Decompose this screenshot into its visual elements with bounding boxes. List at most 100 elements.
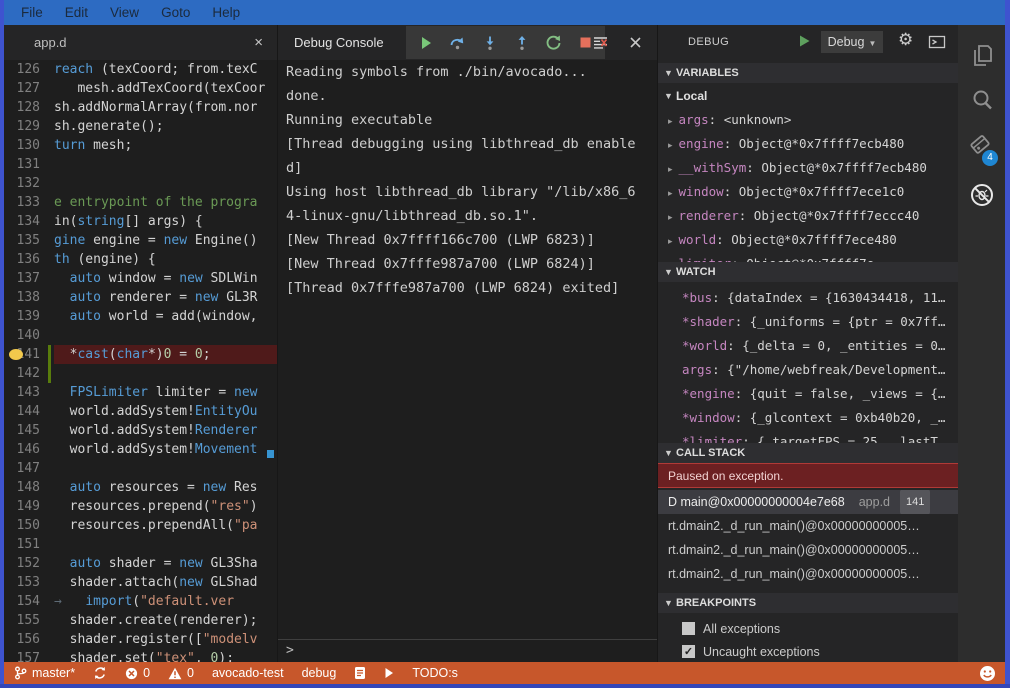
variable-row[interactable]: ▸engine: Object@*0x7ffff7ecb480 — [658, 132, 958, 156]
line-number[interactable]: 152 — [4, 554, 40, 573]
document-icon[interactable] — [354, 666, 366, 680]
code-line[interactable]: 132 — [4, 174, 277, 193]
line-number[interactable]: 138 — [4, 288, 40, 307]
code-line[interactable]: 135gine engine = new Engine() — [4, 231, 277, 250]
code-line[interactable]: 143 FPSLimiter limiter = new — [4, 383, 277, 402]
line-number[interactable]: 154 — [4, 592, 40, 611]
line-number[interactable]: 147 — [4, 459, 40, 478]
gear-icon[interactable]: ⚙ — [898, 30, 913, 50]
line-number[interactable]: 149 — [4, 497, 40, 516]
code-line[interactable]: 156 shader.register(["modelv — [4, 630, 277, 649]
tab-app-d[interactable]: app.d — [34, 25, 67, 60]
variable-row[interactable]: ▸window: Object@*0x7ffff7ece1c0 — [658, 180, 958, 204]
menu-item-edit[interactable]: Edit — [54, 0, 99, 25]
code-line[interactable]: 154→ import("default.ver — [4, 592, 277, 611]
code-line[interactable]: 157 shader.set("tex", 0); — [4, 649, 277, 662]
line-number[interactable]: 155 — [4, 611, 40, 630]
clear-console-icon[interactable] — [589, 31, 612, 54]
code-line[interactable]: 144 world.addSystem!EntityOu — [4, 402, 277, 421]
line-number[interactable]: 150 — [4, 516, 40, 535]
line-number[interactable]: 131 — [4, 155, 40, 174]
line-number[interactable]: 126 — [4, 60, 40, 79]
stack-frame-row[interactable]: rt.dmain2._d_run_main()@0x00000000005… — [658, 514, 958, 538]
code-editor[interactable]: 126reach (texCoord; from.texC127 mesh.ad… — [4, 60, 277, 662]
code-line[interactable]: 146 world.addSystem!Movement — [4, 440, 277, 459]
error-icon[interactable]: 0 — [125, 666, 150, 680]
explorer-icon[interactable] — [968, 41, 996, 69]
line-number[interactable]: 157 — [4, 649, 40, 662]
line-number[interactable]: 133 — [4, 193, 40, 212]
menu-item-goto[interactable]: Goto — [150, 0, 201, 25]
line-number[interactable]: 142 — [4, 364, 40, 383]
code-line[interactable]: 134in(string[] args) { — [4, 212, 277, 231]
scope-local[interactable]: ▼Local — [658, 85, 958, 107]
code-line[interactable]: 147 — [4, 459, 277, 478]
step-out-icon[interactable] — [510, 31, 533, 54]
status-todo-s[interactable]: TODO:s — [412, 666, 458, 680]
line-number[interactable]: 128 — [4, 98, 40, 117]
play-icon[interactable] — [384, 667, 394, 679]
start-debug-button[interactable] — [798, 34, 811, 48]
menu-item-view[interactable]: View — [99, 0, 150, 25]
stack-frame-row[interactable]: rt.dmain2._d_run_main()@0x00000000005… — [658, 562, 958, 586]
code-line[interactable]: 139 auto world = add(window, — [4, 307, 277, 326]
watch-row[interactable]: *window: {_glcontext = 0xb40b20, _… — [658, 406, 958, 430]
line-number[interactable]: 145 — [4, 421, 40, 440]
code-line[interactable]: 148 auto resources = new Res — [4, 478, 277, 497]
line-number[interactable]: 130 — [4, 136, 40, 155]
git-branch-icon[interactable]: master* — [14, 666, 75, 680]
stack-frame-row[interactable]: D main@0x00000000004e7e68app.d141 — [658, 490, 958, 514]
line-number[interactable]: 156 — [4, 630, 40, 649]
smiley-icon[interactable] — [979, 665, 996, 682]
close-icon[interactable] — [624, 31, 647, 54]
code-line[interactable]: 149 resources.prepend("res") — [4, 497, 277, 516]
line-number[interactable]: 134 — [4, 212, 40, 231]
code-line[interactable]: 126reach (texCoord; from.texC — [4, 60, 277, 79]
step-over-icon[interactable] — [446, 31, 469, 54]
variable-row[interactable]: ▸renderer: Object@*0x7ffff7eccc40 — [658, 204, 958, 228]
line-number[interactable]: 144 — [4, 402, 40, 421]
variable-row[interactable]: ▸args: <unknown> — [658, 108, 958, 132]
section-call-stack[interactable]: ▼CALL STACK — [658, 443, 958, 463]
code-line[interactable]: 128sh.addNormalArray(from.nor — [4, 98, 277, 117]
code-line[interactable]: 140 — [4, 326, 277, 345]
code-line[interactable]: 152 auto shader = new GL3Sha — [4, 554, 277, 573]
breakpoint-row[interactable]: ✓Uncaught exceptions — [658, 640, 958, 663]
console-output[interactable]: Reading symbols from ./bin/avocado...don… — [278, 60, 657, 639]
checkbox-checked[interactable]: ✓ — [682, 645, 695, 658]
status-avocado-test[interactable]: avocado-test — [212, 666, 284, 680]
checkbox-unchecked[interactable] — [682, 622, 695, 635]
variable-row[interactable]: ▸limiter: Object@*0x7ffff7e… — [658, 252, 958, 262]
code-line[interactable]: 131 — [4, 155, 277, 174]
code-line[interactable]: 130turn mesh; — [4, 136, 277, 155]
debug-config-dropdown[interactable]: Debug▼ — [821, 31, 883, 53]
code-line[interactable]: 142 — [4, 364, 277, 383]
watch-row[interactable]: *shader: {_uniforms = {ptr = 0x7ff… — [658, 310, 958, 334]
code-line[interactable]: 141 *cast(char*)0 = 0; — [4, 345, 277, 364]
restart-icon[interactable] — [542, 31, 565, 54]
code-line[interactable]: 133e entrypoint of the progra — [4, 193, 277, 212]
debug-icon[interactable] — [968, 181, 996, 209]
line-number[interactable]: 129 — [4, 117, 40, 136]
line-number[interactable]: 137 — [4, 269, 40, 288]
watch-row[interactable]: *bus: {dataIndex = {1630434418, 11… — [658, 286, 958, 310]
tab-close-icon[interactable]: × — [254, 25, 263, 60]
code-line[interactable]: 150 resources.prependAll("pa — [4, 516, 277, 535]
breakpoint-row[interactable]: All exceptions — [658, 617, 958, 640]
variable-row[interactable]: ▸__withSym: Object@*0x7ffff7ecb480 — [658, 156, 958, 180]
open-console-icon[interactable] — [928, 34, 946, 50]
stack-frame-row[interactable]: rt.dmain2._d_run_main()@0x00000000005… — [658, 538, 958, 562]
line-number[interactable]: 146 — [4, 440, 40, 459]
line-number[interactable]: 135 — [4, 231, 40, 250]
section-variables[interactable]: ▼VARIABLES — [658, 63, 958, 83]
continue-icon[interactable] — [414, 31, 437, 54]
line-number[interactable]: 143 — [4, 383, 40, 402]
section-breakpoints[interactable]: ▼BREAKPOINTS — [658, 593, 958, 613]
watch-row[interactable]: *engine: {quit = false, _views = {… — [658, 382, 958, 406]
status-debug[interactable]: debug — [302, 666, 337, 680]
watch-row[interactable]: *world: {_delta = 0, _entities = 0… — [658, 334, 958, 358]
section-watch[interactable]: ▼WATCH — [658, 262, 958, 282]
code-line[interactable]: 145 world.addSystem!Renderer — [4, 421, 277, 440]
menu-item-help[interactable]: Help — [201, 0, 251, 25]
search-icon[interactable] — [968, 86, 996, 114]
